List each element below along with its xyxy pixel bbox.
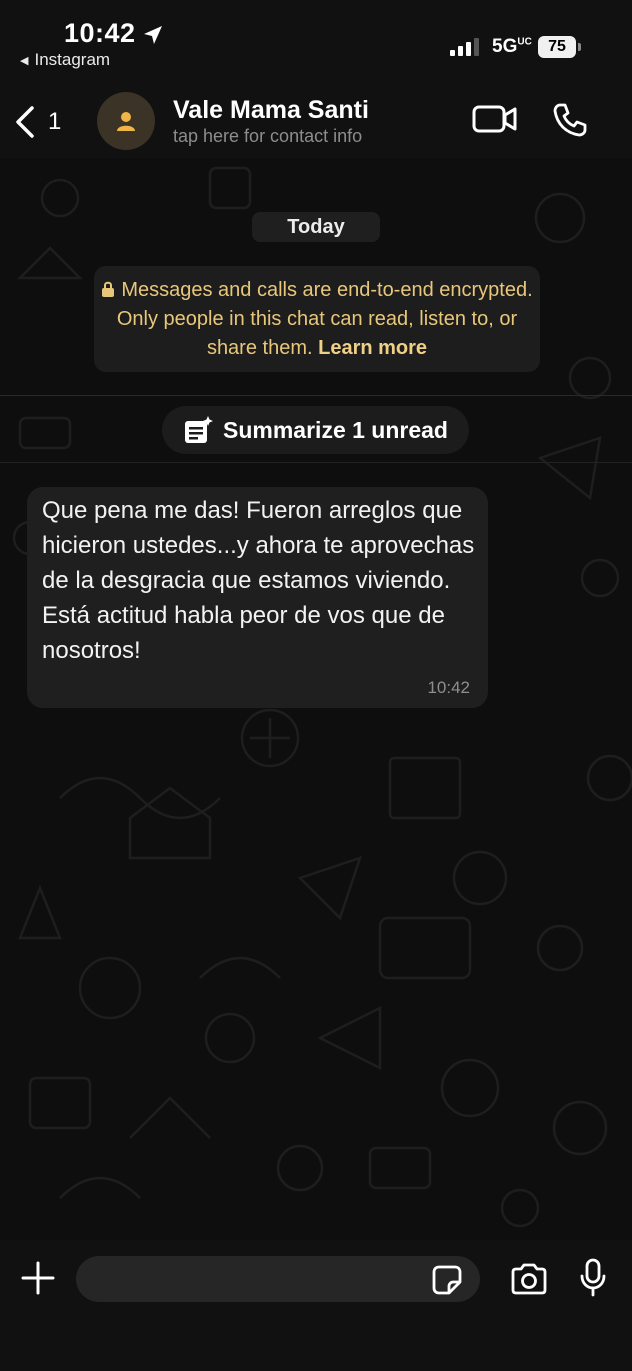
summarize-unread-button[interactable]: Summarize 1 unread xyxy=(162,406,469,454)
status-time: 10:42 xyxy=(64,18,136,48)
back-to-app-link[interactable]: ◀ Instagram xyxy=(20,50,110,70)
network-indicator: 5GUC xyxy=(492,36,532,58)
network-suffix: UC xyxy=(517,36,532,48)
unread-count[interactable]: 1 xyxy=(48,108,61,136)
back-triangle-icon: ◀ xyxy=(20,55,29,67)
encryption-notice[interactable]: Messages and calls are end-to-end encryp… xyxy=(94,266,540,372)
phone-call-icon[interactable] xyxy=(552,102,588,138)
back-app-label: Instagram xyxy=(34,50,111,69)
summarize-label: Summarize 1 unread xyxy=(223,416,448,443)
video-call-icon[interactable] xyxy=(472,102,518,136)
network-label: 5G xyxy=(492,36,518,57)
avatar[interactable] xyxy=(97,92,155,150)
divider xyxy=(0,462,632,463)
contact-subtitle[interactable]: tap here for contact info xyxy=(173,126,362,147)
location-arrow-icon xyxy=(144,26,162,44)
message-time: 10:42 xyxy=(427,678,470,697)
camera-icon[interactable] xyxy=(509,1262,549,1296)
lock-icon xyxy=(102,281,115,297)
battery-icon: 75 xyxy=(538,36,576,58)
learn-more-link[interactable]: Learn more xyxy=(318,337,427,359)
microphone-icon[interactable] xyxy=(580,1258,606,1298)
person-icon xyxy=(117,112,135,131)
signal-icon xyxy=(450,38,479,56)
message-input[interactable] xyxy=(76,1256,480,1302)
date-label: Today xyxy=(252,212,380,242)
battery-level: 75 xyxy=(548,38,566,55)
contact-name[interactable]: Vale Mama Santi xyxy=(173,96,369,125)
plus-icon[interactable] xyxy=(20,1260,56,1296)
message-text: Que pena me das! Fueron arreglos que hic… xyxy=(42,497,475,664)
back-chevron-icon[interactable] xyxy=(12,104,38,140)
divider xyxy=(0,395,632,396)
battery-tip xyxy=(578,43,581,51)
sticker-icon[interactable] xyxy=(431,1264,463,1296)
summarize-icon xyxy=(185,416,214,443)
message-bubble[interactable]: Que pena me das! Fueron arreglos que hic… xyxy=(27,487,488,708)
